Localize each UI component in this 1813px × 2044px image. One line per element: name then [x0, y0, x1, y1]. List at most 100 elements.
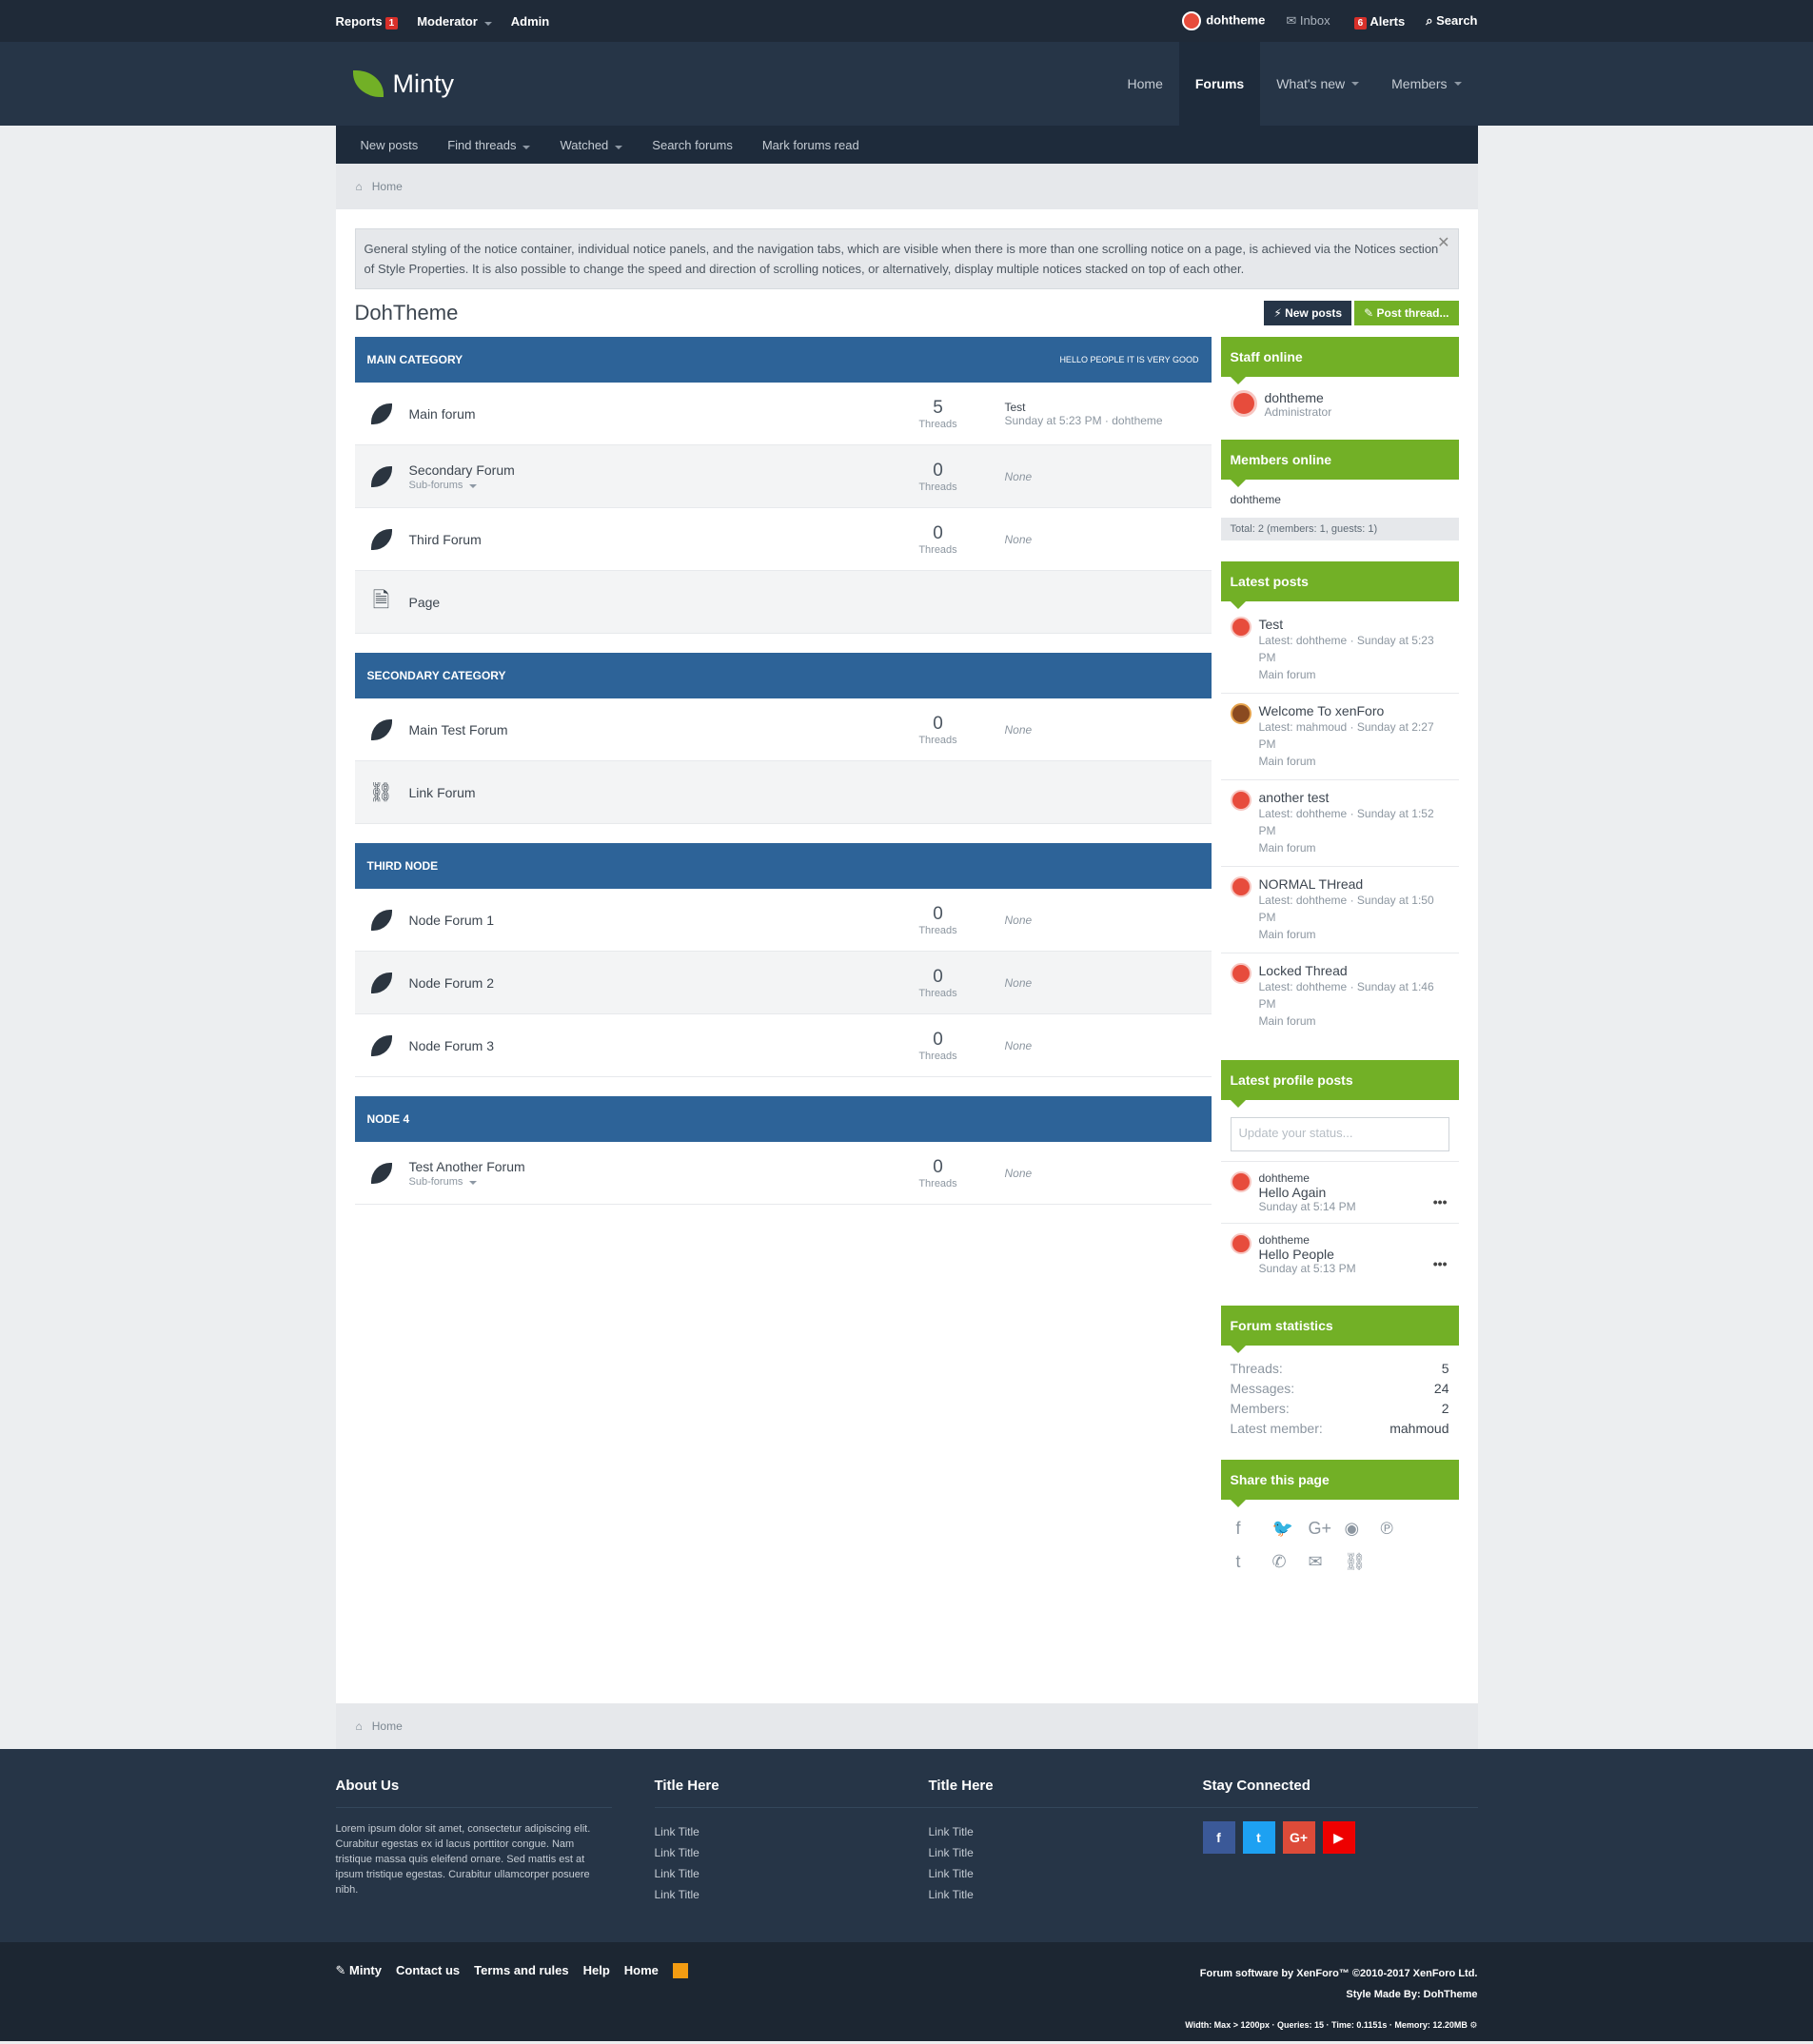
- member-link[interactable]: dohtheme: [1231, 493, 1281, 506]
- forum-title[interactable]: Node Forum 1: [409, 913, 885, 928]
- forum-title[interactable]: Main forum: [409, 406, 885, 422]
- footer-link[interactable]: Link Title: [929, 1863, 1203, 1884]
- forum-title[interactable]: Test Another Forum: [409, 1159, 885, 1174]
- avatar[interactable]: [1230, 390, 1257, 417]
- footer-link[interactable]: Link Title: [655, 1842, 929, 1863]
- google-plus-icon[interactable]: G+: [1309, 1519, 1345, 1539]
- post-forum[interactable]: Main forum: [1259, 753, 1449, 770]
- nav-home[interactable]: Home: [1112, 42, 1179, 126]
- post-title[interactable]: Test: [1259, 617, 1449, 632]
- post-author[interactable]: dohtheme: [1259, 1233, 1356, 1247]
- category-header[interactable]: SECONDARY CATEGORY: [354, 653, 1212, 698]
- forum-title[interactable]: Node Forum 2: [409, 975, 885, 991]
- reddit-icon[interactable]: ◉: [1345, 1519, 1381, 1539]
- admin-link[interactable]: Admin: [511, 14, 549, 29]
- forum-node[interactable]: Test Another Forum Sub-forums 0 Threads No…: [354, 1142, 1212, 1205]
- more-icon[interactable]: •••: [1433, 1194, 1448, 1209]
- forum-title[interactable]: Third Forum: [409, 532, 885, 547]
- footer-link[interactable]: Link Title: [929, 1842, 1203, 1863]
- footer-link[interactable]: Link Title: [655, 1884, 929, 1905]
- breadcrumb-home[interactable]: Home: [372, 1720, 403, 1733]
- forum-node[interactable]: Node Forum 1 0 Threads None: [354, 889, 1212, 952]
- forum-node[interactable]: Node Forum 3 0 Threads None: [354, 1014, 1212, 1077]
- link-forum-title[interactable]: Link Forum: [409, 785, 885, 800]
- terms-link[interactable]: Terms and rules: [474, 1963, 568, 1977]
- contact-link[interactable]: Contact us: [396, 1963, 460, 1977]
- facebook-icon[interactable]: f: [1236, 1519, 1272, 1539]
- twitter-icon[interactable]: t: [1242, 1821, 1275, 1854]
- forum-node[interactable]: Main Test Forum 0 Threads None: [354, 698, 1212, 761]
- subnav-mark-read[interactable]: Mark forums read: [762, 138, 859, 152]
- moderator-menu[interactable]: Moderator: [417, 14, 492, 29]
- help-link[interactable]: Help: [583, 1963, 610, 1977]
- latest-post-item[interactable]: Locked Thread Latest: dohtheme · Sunday a…: [1221, 953, 1459, 1039]
- footer-link[interactable]: Link Title: [929, 1884, 1203, 1905]
- pinterest-icon[interactable]: ℗: [1381, 1519, 1417, 1539]
- avatar[interactable]: [1230, 1233, 1251, 1254]
- style-credit[interactable]: Style Made By: DohTheme: [1185, 1984, 1477, 2005]
- post-title[interactable]: NORMAL THread: [1259, 876, 1449, 892]
- site-logo[interactable]: Minty: [336, 42, 454, 126]
- footer-link[interactable]: Link Title: [655, 1821, 929, 1842]
- subnav-new-posts[interactable]: New posts: [361, 138, 419, 152]
- rss-icon[interactable]: [672, 1963, 688, 1978]
- forum-node[interactable]: Main forum 5 Threads Test Sunday at 5:23 P…: [354, 383, 1212, 445]
- category-header[interactable]: MAIN CATEGORY HELLO PEOPLE IT IS VERY GO…: [354, 337, 1212, 383]
- twitter-icon[interactable]: 🐦: [1272, 1519, 1309, 1539]
- forum-title[interactable]: Secondary Forum: [409, 462, 885, 478]
- link-node[interactable]: ⛓ Link Forum: [354, 761, 1212, 824]
- forum-node[interactable]: Third Forum 0 Threads None: [354, 508, 1212, 571]
- post-forum[interactable]: Main forum: [1259, 926, 1449, 943]
- footer-link[interactable]: Link Title: [929, 1821, 1203, 1842]
- subnav-search-forums[interactable]: Search forums: [652, 138, 733, 152]
- close-icon[interactable]: ✕: [1437, 233, 1449, 253]
- forum-title[interactable]: Main Test Forum: [409, 722, 885, 737]
- subnav-find-threads[interactable]: Find threads: [447, 138, 531, 152]
- post-title[interactable]: another test: [1259, 790, 1449, 805]
- page-node[interactable]: 🗎 Page: [354, 571, 1212, 634]
- alerts-link[interactable]: 6 Alerts: [1351, 14, 1405, 29]
- copyright[interactable]: Forum software by XenForo™ ©2010-2017 Xe…: [1185, 1963, 1478, 1984]
- forum-node[interactable]: Node Forum 2 0 Threads None: [354, 952, 1212, 1014]
- post-time[interactable]: Sunday at 5:13 PM: [1259, 1262, 1356, 1275]
- new-posts-button[interactable]: ⚡ New posts: [1264, 301, 1352, 325]
- more-icon[interactable]: •••: [1433, 1256, 1448, 1271]
- youtube-icon[interactable]: ▶: [1322, 1821, 1355, 1854]
- post-title[interactable]: Welcome To xenForo: [1259, 703, 1449, 718]
- post-forum[interactable]: Main forum: [1259, 839, 1449, 856]
- nav-forums[interactable]: Forums: [1178, 42, 1261, 126]
- category-header[interactable]: THIRD NODE: [354, 843, 1212, 889]
- post-forum[interactable]: Main forum: [1259, 1012, 1449, 1030]
- gear-icon[interactable]: ⚙: [1469, 2020, 1477, 2030]
- inbox-link[interactable]: ✉ Inbox: [1286, 13, 1330, 29]
- google-plus-icon[interactable]: G+: [1282, 1821, 1315, 1854]
- home-link[interactable]: Home: [624, 1963, 659, 1977]
- latest-post-item[interactable]: Test Latest: dohtheme · Sunday at 5:23 PM…: [1220, 607, 1459, 694]
- staff-name[interactable]: dohtheme: [1265, 390, 1332, 405]
- whatsapp-icon[interactable]: ✆: [1272, 1552, 1309, 1572]
- subnav-watched[interactable]: Watched: [560, 138, 623, 152]
- post-forum[interactable]: Main forum: [1259, 666, 1449, 683]
- post-title[interactable]: Locked Thread: [1259, 963, 1449, 978]
- breadcrumb-home[interactable]: Home: [372, 180, 403, 193]
- forum-node[interactable]: Secondary Forum Sub-forums 0 Threads None: [354, 445, 1212, 508]
- email-icon[interactable]: ✉: [1309, 1552, 1345, 1572]
- post-time[interactable]: Sunday at 5:14 PM: [1259, 1200, 1356, 1213]
- latest-post-item[interactable]: another test Latest: dohtheme · Sunday at…: [1220, 780, 1459, 867]
- nav-whats-new[interactable]: What's new: [1260, 42, 1375, 126]
- reports-link[interactable]: Reports 1: [336, 14, 399, 29]
- footer-link[interactable]: Link Title: [655, 1863, 929, 1884]
- status-input[interactable]: Update your status...: [1230, 1117, 1449, 1151]
- forum-title[interactable]: Node Forum 3: [409, 1038, 885, 1053]
- user-menu[interactable]: dohtheme: [1182, 11, 1265, 30]
- link-icon[interactable]: ⛓: [1345, 1552, 1381, 1572]
- subforums-toggle[interactable]: Sub-forums: [409, 1176, 885, 1188]
- tumblr-icon[interactable]: t: [1236, 1552, 1272, 1572]
- last-post-title[interactable]: Test: [1005, 401, 1163, 414]
- stat-value[interactable]: mahmoud: [1389, 1419, 1448, 1439]
- category-header[interactable]: NODE 4: [354, 1096, 1212, 1142]
- facebook-icon[interactable]: f: [1202, 1821, 1235, 1854]
- latest-post-item[interactable]: NORMAL THread Latest: dohtheme · Sunday a…: [1220, 867, 1459, 953]
- post-thread-button[interactable]: ✎ Post thread...: [1354, 301, 1459, 325]
- post-author[interactable]: dohtheme: [1259, 1171, 1356, 1185]
